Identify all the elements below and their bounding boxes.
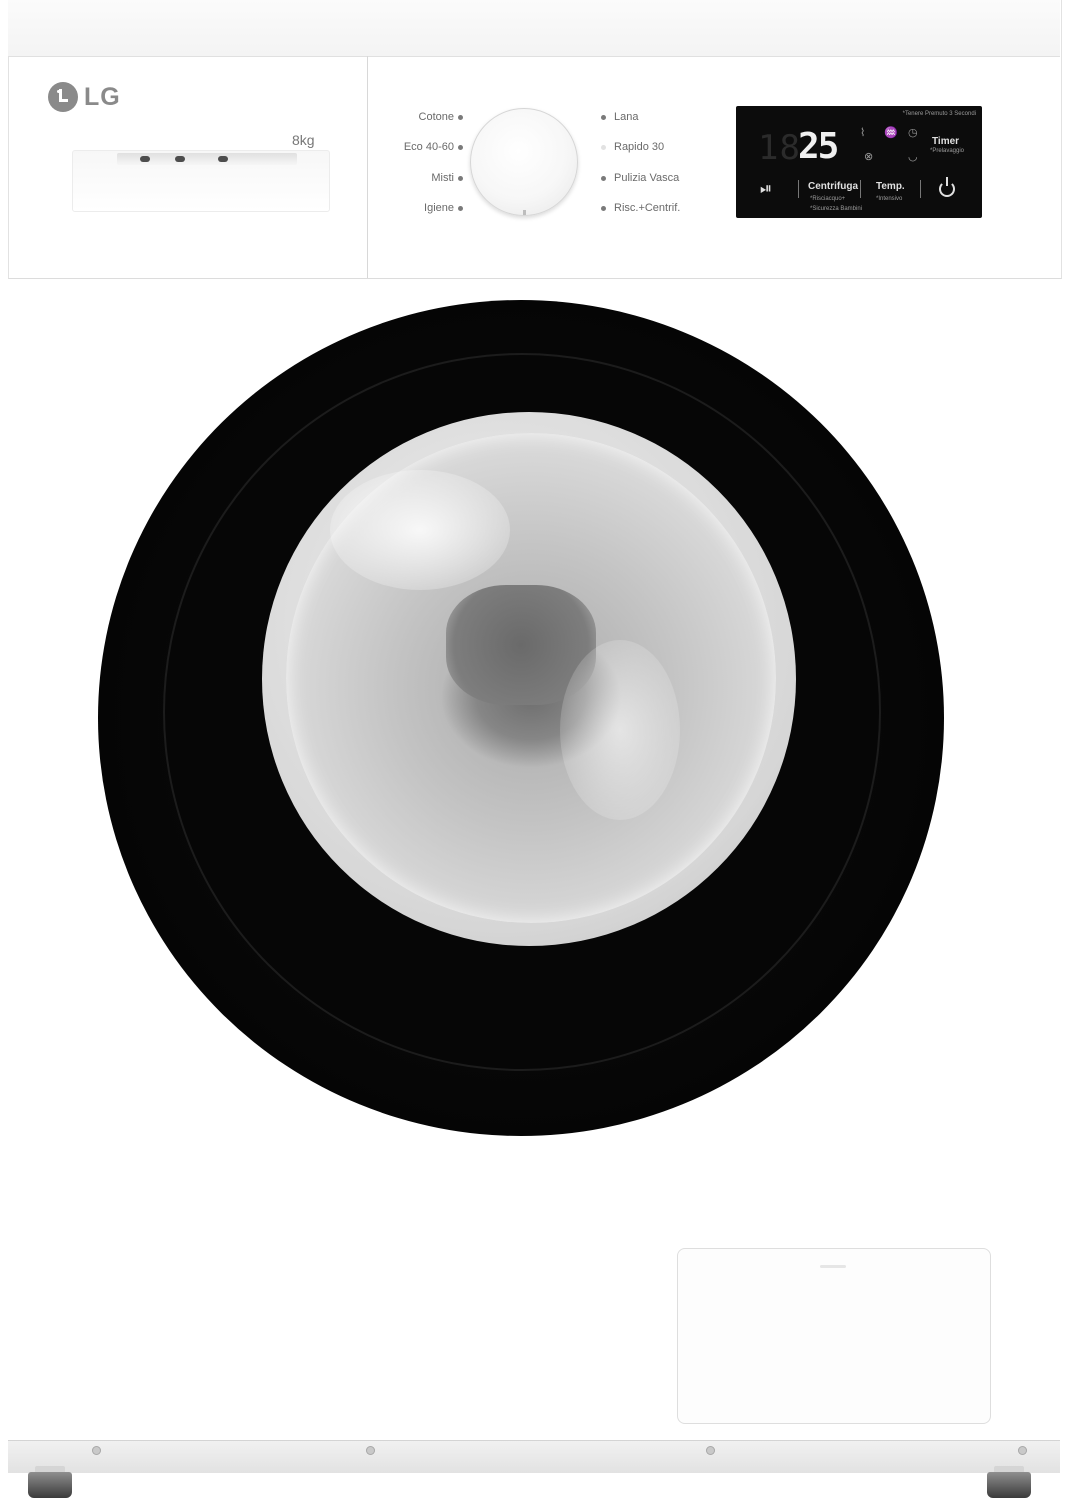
child-lock-label: *Sicurezza Bambini (810, 206, 863, 212)
timer-sub: *Prelavaggio (930, 148, 965, 154)
spin-sub: *Risciacquo+ (810, 196, 846, 202)
divider (920, 180, 921, 198)
hatch-notch (820, 1265, 846, 1268)
divider (860, 180, 861, 198)
lg-logo-icon (48, 82, 78, 112)
temp-button[interactable]: Temp. (876, 181, 905, 192)
capacity-label: 8kg (292, 132, 315, 148)
brand-name: LG (84, 82, 121, 111)
drawer-handle-dot (140, 156, 150, 162)
program-pulizia-vasca[interactable]: Pulizia Vasca (614, 172, 679, 184)
screw-icon (366, 1446, 375, 1455)
temp-sub: *Intensivo (876, 196, 903, 202)
screw-icon (1018, 1446, 1027, 1455)
machine-base (8, 1440, 1060, 1473)
program-igiene[interactable]: Igiene (344, 202, 454, 214)
program-cotone[interactable]: Cotone (344, 111, 454, 123)
screw-icon (92, 1446, 101, 1455)
drawer-handle-dot (175, 156, 185, 162)
program-eco[interactable]: Eco 40-60 (344, 141, 454, 153)
display-time: 25 (798, 126, 839, 167)
program-rapido[interactable]: Rapido 30 (614, 141, 664, 153)
program-risciacquo-centrifuga[interactable]: Risc.+Centrif. (614, 202, 680, 214)
drawer-handle-dot (218, 156, 228, 162)
program-indicator (458, 115, 463, 120)
program-misti[interactable]: Misti (344, 172, 454, 184)
power-icon[interactable] (939, 181, 955, 197)
wash-icon: ⌇ (860, 127, 866, 139)
screw-icon (706, 1446, 715, 1455)
brand-logo: LG (48, 82, 121, 112)
top-cover (8, 0, 1060, 57)
glass-highlight (330, 470, 510, 590)
divider (798, 180, 799, 198)
hold-note: *Tenere Premuto 3 Secondi (902, 111, 976, 117)
play-pause-icon[interactable]: ⏯ (760, 180, 772, 197)
adjustable-foot (987, 1472, 1031, 1498)
control-display: *Tenere Premuto 3 Secondi 18 25 ⌇ ♒ ◷ ⊗ … (736, 106, 982, 218)
glass-highlight (560, 640, 680, 820)
program-indicator (601, 176, 606, 181)
display-digits-dim: 18 (758, 128, 801, 168)
dial-marker (523, 210, 526, 215)
clock-icon: ◷ (908, 127, 918, 139)
program-dial[interactable] (470, 108, 578, 216)
program-indicator (601, 145, 606, 150)
filter-hatch[interactable] (677, 1248, 991, 1424)
drum-icon: ◡ (908, 151, 918, 163)
program-lana[interactable]: Lana (614, 111, 638, 123)
program-indicator (458, 176, 463, 181)
program-indicator (601, 115, 606, 120)
shirt-icon: ♒ (884, 127, 898, 139)
timer-label[interactable]: Timer (932, 136, 959, 147)
panel-divider (367, 56, 368, 278)
adjustable-foot (28, 1472, 72, 1498)
spin-button[interactable]: Centrifuga (808, 181, 858, 192)
no-water-icon: ⊗ (864, 151, 874, 163)
program-indicator (458, 145, 463, 150)
program-indicator (601, 206, 606, 211)
program-indicator (458, 206, 463, 211)
